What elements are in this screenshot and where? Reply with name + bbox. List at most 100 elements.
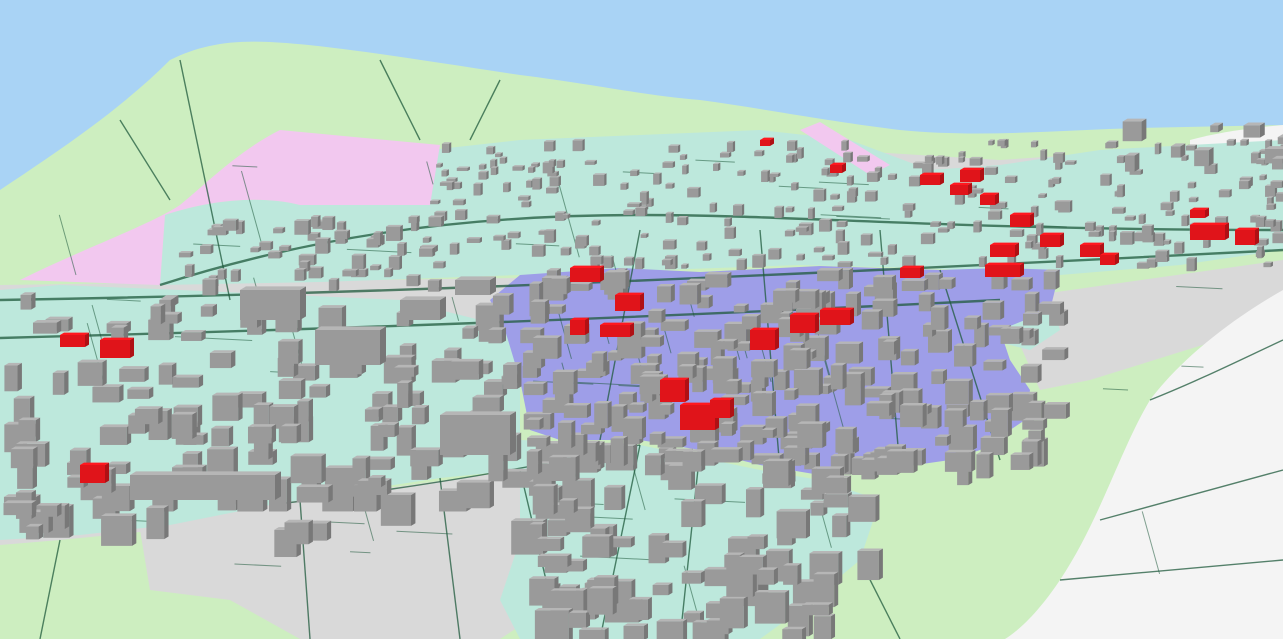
building[interactable]	[268, 250, 283, 259]
building[interactable]	[1011, 277, 1033, 291]
building[interactable]	[784, 229, 796, 237]
building[interactable]	[184, 263, 195, 278]
building[interactable]	[134, 406, 163, 425]
building[interactable]	[1154, 142, 1162, 155]
building[interactable]	[1116, 155, 1126, 164]
building[interactable]	[527, 435, 551, 447]
building[interactable]	[380, 492, 416, 526]
building[interactable]	[211, 425, 234, 447]
building[interactable]	[230, 268, 241, 282]
building[interactable]	[1028, 400, 1046, 420]
building[interactable]	[486, 145, 496, 155]
building[interactable]	[945, 378, 973, 405]
building[interactable]	[1187, 181, 1197, 189]
building[interactable]	[754, 149, 765, 157]
building[interactable]	[488, 452, 508, 482]
building[interactable]	[856, 155, 870, 162]
building[interactable]	[659, 402, 675, 415]
building[interactable]	[795, 226, 809, 232]
building[interactable]	[761, 169, 770, 183]
building[interactable]	[630, 169, 640, 177]
building[interactable]	[1181, 214, 1190, 227]
building[interactable]	[813, 571, 839, 608]
building[interactable]	[681, 263, 689, 269]
building[interactable]	[741, 314, 761, 330]
building[interactable]	[733, 203, 745, 216]
building[interactable]	[679, 282, 702, 305]
building[interactable]	[364, 406, 384, 422]
building[interactable]	[294, 267, 307, 281]
building[interactable]	[40, 502, 62, 517]
building[interactable]	[593, 173, 607, 186]
building[interactable]	[908, 175, 922, 187]
building[interactable]	[406, 274, 421, 287]
building[interactable]	[278, 378, 306, 400]
building[interactable]	[784, 388, 799, 400]
highlighted-building[interactable]	[750, 327, 779, 350]
building[interactable]	[948, 424, 977, 451]
building[interactable]	[559, 498, 578, 514]
building[interactable]	[628, 596, 652, 621]
highlighted-building[interactable]	[790, 312, 819, 333]
building[interactable]	[835, 426, 857, 453]
building[interactable]	[796, 253, 805, 261]
highlighted-building[interactable]	[985, 262, 1024, 277]
building[interactable]	[821, 167, 830, 176]
building[interactable]	[1064, 160, 1077, 165]
building[interactable]	[490, 166, 499, 176]
building[interactable]	[499, 156, 508, 164]
building[interactable]	[478, 170, 489, 180]
building[interactable]	[1163, 239, 1172, 245]
building[interactable]	[20, 292, 36, 310]
building[interactable]	[532, 177, 543, 190]
building[interactable]	[273, 226, 286, 234]
building-large[interactable]	[240, 286, 306, 320]
building[interactable]	[441, 169, 449, 177]
building[interactable]	[709, 202, 718, 213]
building[interactable]	[544, 229, 557, 243]
building[interactable]	[936, 155, 945, 165]
building[interactable]	[644, 453, 665, 476]
building[interactable]	[880, 256, 889, 265]
building[interactable]	[817, 268, 843, 282]
building[interactable]	[503, 181, 511, 193]
building[interactable]	[768, 247, 782, 260]
building[interactable]	[200, 303, 217, 317]
highlighted-building[interactable]	[570, 317, 589, 335]
building[interactable]	[724, 217, 732, 227]
building[interactable]	[931, 369, 947, 385]
building[interactable]	[548, 158, 557, 167]
building[interactable]	[786, 154, 795, 163]
building[interactable]	[660, 319, 689, 331]
building[interactable]	[733, 303, 749, 313]
building[interactable]	[867, 251, 884, 257]
highlighted-building[interactable]	[1190, 222, 1229, 240]
building[interactable]	[281, 423, 302, 444]
building[interactable]	[1238, 179, 1251, 190]
building[interactable]	[560, 246, 572, 256]
building[interactable]	[351, 253, 367, 270]
building[interactable]	[119, 366, 149, 382]
building[interactable]	[1243, 122, 1265, 138]
building[interactable]	[782, 626, 807, 639]
building[interactable]	[1194, 147, 1214, 167]
building[interactable]	[101, 513, 137, 546]
building[interactable]	[466, 236, 483, 244]
building[interactable]	[1038, 301, 1065, 315]
highlighted-building[interactable]	[960, 167, 984, 182]
building[interactable]	[752, 390, 776, 417]
building[interactable]	[681, 570, 705, 584]
building[interactable]	[456, 166, 470, 172]
building[interactable]	[836, 220, 848, 228]
highlighted-building[interactable]	[570, 265, 604, 282]
building[interactable]	[1106, 140, 1119, 149]
building[interactable]	[526, 417, 544, 430]
building[interactable]	[1124, 152, 1140, 172]
building[interactable]	[171, 411, 197, 439]
building[interactable]	[575, 234, 589, 247]
building[interactable]	[478, 163, 487, 170]
highlighted-building[interactable]	[1040, 232, 1064, 247]
building[interactable]	[679, 154, 688, 160]
building[interactable]	[373, 231, 383, 246]
building[interactable]	[455, 209, 468, 221]
